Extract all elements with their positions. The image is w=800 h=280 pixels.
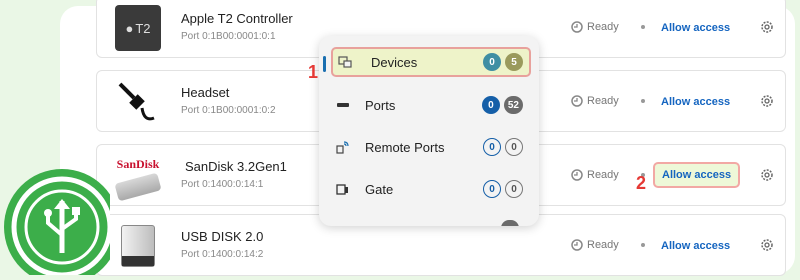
external-disk-icon bbox=[121, 225, 155, 267]
devices-icon bbox=[337, 54, 353, 70]
headset-jack-icon bbox=[118, 82, 155, 121]
separator-dot bbox=[641, 243, 645, 247]
allow-access-button[interactable]: Allow access bbox=[653, 162, 741, 188]
menu-item-label: Gate bbox=[365, 181, 394, 197]
separator-dot bbox=[641, 99, 645, 103]
usb-drive-image bbox=[114, 172, 162, 201]
device-thumbnail bbox=[113, 77, 163, 127]
count-badge: 0 bbox=[483, 138, 501, 156]
device-thumbnail bbox=[113, 221, 163, 271]
count-badge: 0 bbox=[483, 53, 501, 71]
device-port: Port 0:1B00:0001:0:1 bbox=[181, 31, 276, 42]
count-badge: 0 bbox=[505, 180, 523, 198]
apple-icon: ● bbox=[125, 20, 134, 36]
gear-icon[interactable] bbox=[759, 93, 775, 109]
status-icon bbox=[571, 169, 583, 181]
step-marker: 1 bbox=[308, 62, 319, 82]
device-status: Ready bbox=[571, 95, 619, 107]
count-badge: 0 bbox=[481, 96, 500, 114]
device-port: Port 0:1400:0:14:2 bbox=[181, 249, 264, 260]
allow-access-button[interactable]: Allow access bbox=[653, 19, 738, 37]
menu-item-remote-ports[interactable]: Remote Ports 0 0 bbox=[331, 132, 531, 162]
more-indicator bbox=[501, 220, 519, 226]
status-icon bbox=[571, 239, 583, 251]
status-text: Ready bbox=[587, 239, 619, 251]
gear-icon[interactable] bbox=[759, 167, 775, 183]
chip-label: T2 bbox=[135, 20, 151, 36]
status-text: Ready bbox=[587, 169, 619, 181]
allow-access-button[interactable]: Allow access bbox=[653, 237, 738, 255]
usb-logo-icon bbox=[4, 169, 110, 275]
status-text: Ready bbox=[587, 95, 619, 107]
step-marker: 2 bbox=[636, 173, 647, 193]
remote-port-icon bbox=[335, 139, 351, 155]
active-indicator bbox=[323, 56, 326, 72]
sandisk-logo: SanDisk bbox=[116, 156, 160, 171]
device-thumbnail: SanDisk bbox=[113, 151, 163, 201]
device-status: Ready bbox=[571, 21, 619, 33]
count-badge: 52 bbox=[503, 96, 523, 114]
count-badge: 0 bbox=[483, 180, 501, 198]
device-port: Port 0:1B00:0001:0:2 bbox=[181, 105, 276, 116]
allow-access-button[interactable]: Allow access bbox=[653, 93, 738, 111]
count-badge: 0 bbox=[505, 138, 523, 156]
device-status: Ready bbox=[571, 239, 619, 251]
gear-icon[interactable] bbox=[759, 237, 775, 253]
menu-item-devices[interactable]: Devices 0 5 bbox=[331, 47, 531, 77]
device-name: Apple T2 Controller bbox=[181, 11, 293, 26]
separator-dot bbox=[641, 25, 645, 29]
menu-item-gate[interactable]: Gate 0 0 bbox=[331, 174, 531, 204]
device-thumbnail: ● T2 bbox=[113, 3, 163, 53]
status-icon bbox=[571, 95, 583, 107]
gate-icon bbox=[335, 181, 351, 197]
status-icon bbox=[571, 21, 583, 33]
menu-item-ports[interactable]: Ports 0 52 bbox=[331, 90, 531, 120]
device-status: Ready bbox=[571, 169, 619, 181]
menu-item-label: Ports bbox=[365, 97, 396, 113]
port-icon bbox=[335, 97, 351, 113]
menu-item-label: Devices bbox=[371, 54, 418, 70]
gear-icon[interactable] bbox=[759, 19, 775, 35]
status-text: Ready bbox=[587, 21, 619, 33]
device-name: USB DISK 2.0 bbox=[181, 229, 264, 244]
device-name: SanDisk 3.2Gen1 bbox=[185, 159, 287, 174]
count-badge: 5 bbox=[505, 53, 523, 71]
menu-item-label: Remote Ports bbox=[365, 139, 445, 155]
navigation-menu: Devices 0 5 Ports 0 52 Remote Ports 0 0 … bbox=[319, 36, 539, 226]
device-port: Port 0:1400:0:14:1 bbox=[181, 179, 264, 190]
device-name: Headset bbox=[181, 85, 230, 100]
